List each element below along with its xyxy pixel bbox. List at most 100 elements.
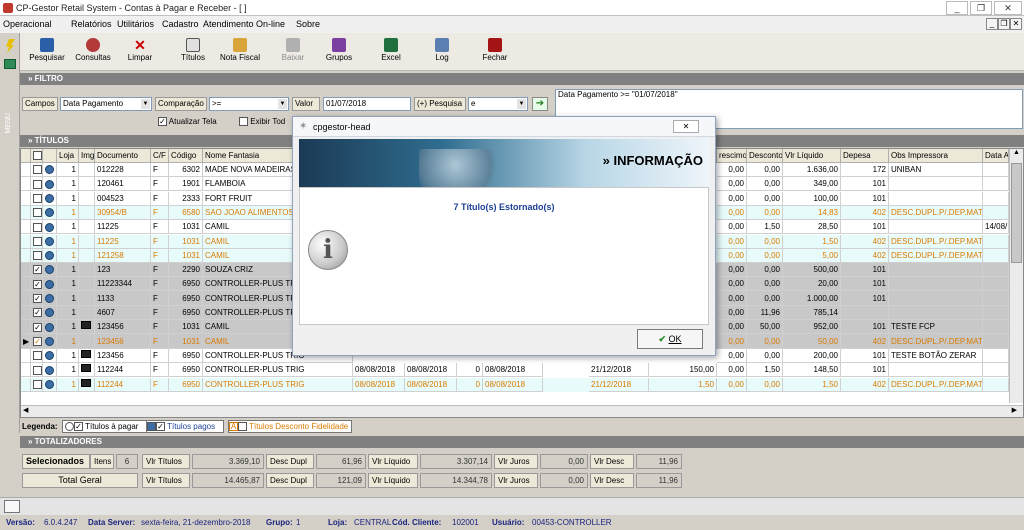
row-indicator	[21, 277, 31, 292]
menu-utilitarios[interactable]: Utilitários	[117, 19, 154, 29]
cell-desconto: 0,00	[747, 163, 783, 177]
checkbox-checked-icon: ✓	[33, 279, 42, 289]
cell-img	[79, 291, 95, 306]
header-depesa[interactable]: Depesa	[841, 149, 889, 163]
row-checkbox[interactable]: ✓	[31, 291, 43, 306]
row-checkbox[interactable]	[31, 163, 43, 177]
cell-obs	[889, 277, 983, 292]
row-checkbox[interactable]	[31, 220, 43, 235]
cell-codigo: 6950	[169, 291, 203, 306]
header-desconto[interactable]: Desconto	[747, 149, 783, 163]
excel-icon	[384, 38, 398, 52]
cell-cf: F	[151, 205, 169, 220]
row-checkbox[interactable]	[31, 348, 43, 363]
nota-fiscal-button[interactable]: Nota Fiscal	[218, 36, 262, 69]
log-button[interactable]: Log	[419, 36, 465, 69]
row-checkbox[interactable]: ✓	[31, 306, 43, 320]
row-checkbox[interactable]	[31, 248, 43, 263]
row-checkbox[interactable]	[31, 363, 43, 378]
grupos-button[interactable]: Grupos	[316, 36, 362, 69]
maximize-button[interactable]: ❐	[970, 1, 992, 15]
cell-desconto: 0,00	[747, 334, 783, 349]
consultas-button[interactable]: Consultas	[70, 36, 116, 69]
header-cf[interactable]: C/F	[151, 149, 169, 163]
child-minimize-button[interactable]: _	[986, 18, 998, 30]
scroll-thumb[interactable]	[1011, 163, 1022, 263]
status-ball-icon	[45, 351, 54, 361]
filtro-section-header: » FILTRO	[20, 73, 1024, 85]
cell-loja: 1	[57, 377, 79, 392]
campos-select[interactable]: Data Pagamento ▼	[60, 97, 152, 111]
image-attachment-icon	[81, 349, 91, 358]
valor-input[interactable]: 01/07/2018	[323, 97, 411, 111]
cell-desconto: 0,00	[747, 348, 783, 363]
header-vlr-liquido[interactable]: Vlr Líquido	[783, 149, 841, 163]
status-bar: Versão: 6.0.4.247 Data Server: sexta-fei…	[0, 516, 1024, 530]
row-checkbox[interactable]	[31, 234, 43, 249]
menu-cadastro[interactable]: Cadastro	[162, 19, 199, 29]
header-data[interactable]: Data A	[983, 149, 1009, 163]
add-filter-button[interactable]: ➔	[532, 97, 548, 111]
row-status	[43, 291, 57, 306]
header-check[interactable]	[31, 149, 43, 163]
table-row[interactable]: 1 112244 F 6950 CONTROLLER-PLUS TRIG 08/08/20…	[21, 377, 1022, 392]
run-icon[interactable]	[4, 59, 16, 69]
limpar-button[interactable]: ✕ Limpar	[117, 36, 163, 69]
baixar-button[interactable]: Baixar	[270, 36, 316, 69]
cell-desconto: 0,00	[747, 291, 783, 306]
close-window-button[interactable]: ✕	[994, 1, 1022, 15]
row-checkbox[interactable]: ✓	[31, 277, 43, 292]
header-codigo[interactable]: Código	[169, 149, 203, 163]
cell-cf: F	[151, 248, 169, 263]
scroll-right-icon[interactable]: ▶	[1012, 406, 1017, 414]
menu-sobre[interactable]: Sobre	[296, 19, 320, 29]
header-obs[interactable]: Obs Impressora	[889, 149, 983, 163]
cell-cf: F	[151, 177, 169, 192]
ok-button[interactable]: ✔ OK	[637, 329, 703, 349]
atualizar-tela-checkbox[interactable]: ✓ Atualizar Tela	[158, 117, 217, 127]
table-row[interactable]: 1 112244 F 6950 CONTROLLER-PLUS TRIG 08/08/20…	[21, 363, 1022, 378]
child-close-button[interactable]: ✕	[1010, 18, 1022, 30]
row-checkbox[interactable]: ✓	[31, 320, 43, 335]
menu-operacional[interactable]: Operacional	[3, 19, 52, 29]
cell-acrescimo: 0,00	[717, 220, 747, 235]
server-value: sexta-feira, 21-dezembro-2018	[141, 518, 251, 527]
menu-relatorios[interactable]: Relatórios	[71, 19, 112, 29]
pesquisar-button[interactable]: Pesquisar	[24, 36, 70, 69]
comparacao-select[interactable]: >= ▼	[209, 97, 289, 111]
exibir-todos-checkbox[interactable]: Exibir Tod	[239, 117, 285, 127]
usuario-label: Usuário:	[492, 518, 525, 527]
lightning-icon[interactable]	[6, 39, 15, 53]
cell-img	[79, 348, 95, 363]
row-checkbox[interactable]	[31, 377, 43, 392]
row-checkbox[interactable]: ✓	[31, 334, 43, 349]
scroll-up-icon[interactable]: ▲	[1010, 149, 1023, 161]
pesquisa-select[interactable]: e ▼	[468, 97, 528, 111]
cell-codigo: 6950	[169, 348, 203, 363]
titulos-button[interactable]: Títulos	[170, 36, 216, 69]
row-checkbox[interactable]	[31, 205, 43, 220]
menu-atendimento[interactable]: Atendimento On-line	[203, 19, 285, 29]
row-checkbox[interactable]: ✓	[31, 263, 43, 278]
horizontal-scrollbar[interactable]: ◀ ▶	[21, 405, 1023, 417]
vertical-scrollbar[interactable]: ▲	[1009, 149, 1023, 403]
cell-vlr-liquido: 1,50	[783, 377, 841, 392]
fechar-button[interactable]: Fechar	[472, 36, 518, 69]
cell-codigo: 6950	[169, 306, 203, 320]
minimized-window-icon[interactable]	[4, 500, 20, 513]
header-documento[interactable]: Documento	[95, 149, 151, 163]
row-checkbox[interactable]	[31, 177, 43, 192]
campos-label: Campos	[22, 97, 58, 111]
minimize-button[interactable]: _	[946, 1, 968, 15]
cell-acrescimo: 0,00	[717, 306, 747, 320]
row-status	[43, 348, 57, 363]
header-img[interactable]: Img	[79, 149, 95, 163]
header-acrescimo[interactable]: rescimo	[717, 149, 747, 163]
child-restore-button[interactable]: ❐	[998, 18, 1010, 30]
row-checkbox[interactable]	[31, 191, 43, 206]
dialog-close-button[interactable]: ✕	[673, 120, 699, 133]
scroll-left-icon[interactable]: ◀	[23, 406, 28, 414]
header-loja[interactable]: Loja	[57, 149, 79, 163]
side-menu-label[interactable]: MENU	[5, 113, 12, 134]
excel-button[interactable]: Excel	[368, 36, 414, 69]
